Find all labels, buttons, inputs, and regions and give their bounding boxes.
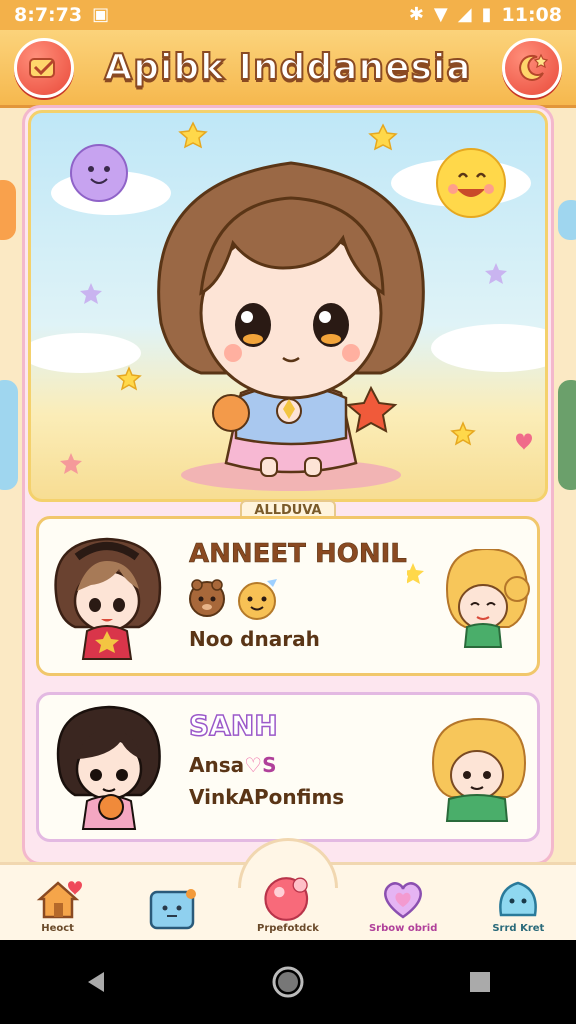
heart-icon [377, 877, 429, 921]
side-character [407, 549, 530, 648]
nav-label: Srrd Kret [492, 923, 545, 934]
card-subtitle-line2: VinkAPonfims [189, 785, 345, 809]
home-icon [32, 877, 84, 921]
back-icon[interactable] [76, 962, 116, 1002]
battery-icon: ▮ [481, 4, 492, 25]
card-subtitle-suffix: S [262, 753, 277, 777]
home-button-icon[interactable] [268, 962, 308, 1002]
hero-card[interactable] [28, 110, 548, 502]
card-name: ANNEET HONIL [189, 539, 407, 570]
nav-label: Prpefotdck [256, 923, 319, 934]
menu-badge-icon[interactable] [14, 38, 74, 98]
app-title: Apibk Inddanesia [103, 46, 472, 89]
status-clock: 11:08 [501, 4, 562, 26]
nav-label: Heoct [41, 923, 74, 934]
status-time: 8:7:73 [14, 4, 83, 26]
avatar [54, 537, 162, 660]
recents-icon[interactable] [460, 962, 500, 1002]
moon-star-icon[interactable] [502, 38, 562, 98]
left-side-character [0, 380, 18, 490]
slime-icon [492, 877, 544, 921]
image-notification-icon: ▣ [92, 4, 110, 25]
status-bar: 8:7:73 ▣ ✱ ▼ ◢ ▮ 11:08 [0, 0, 576, 30]
emoji-badges [189, 579, 277, 620]
bubble-icon [262, 877, 314, 921]
card-subtitle: Noo dnarah [189, 627, 320, 651]
nav-label: Srbow obrid [368, 923, 438, 934]
left-side-decoration [0, 180, 16, 240]
heart-icon: ♡ [244, 753, 263, 777]
nav-item-home[interactable]: Heoct [8, 877, 108, 934]
app-header: Apibk Inddanesia [0, 30, 576, 108]
card-name: SANH [188, 708, 278, 743]
nav-item-favorites[interactable]: Srbow obrid [353, 877, 453, 934]
right-side-decoration [558, 200, 576, 240]
profile-card[interactable]: SANH Ansa♡S VinkAPonfims [36, 692, 540, 842]
chat-face-icon [147, 888, 199, 932]
signal-icon: ◢ [457, 4, 472, 25]
wifi-icon: ▼ [433, 4, 448, 25]
bottom-nav: Heoct Prpefotdck Srbow obrid Srrd Kret [0, 862, 576, 940]
card-subtitle-line1: Ansa♡S [189, 753, 276, 777]
right-side-character [558, 380, 576, 490]
profile-card[interactable]: ANNEET HONIL Noo dnarah [36, 516, 540, 676]
nav-item-chat[interactable] [123, 888, 223, 934]
system-nav [0, 940, 576, 1024]
bluetooth-icon: ✱ [408, 4, 424, 25]
hero-illustration [31, 121, 545, 491]
nav-item-slime[interactable]: Srrd Kret [468, 877, 568, 934]
avatar [56, 705, 161, 830]
card-subtitle-text: Ansa [189, 753, 245, 777]
side-character [431, 717, 527, 822]
nav-item-center[interactable]: Prpefotdck [238, 877, 338, 934]
